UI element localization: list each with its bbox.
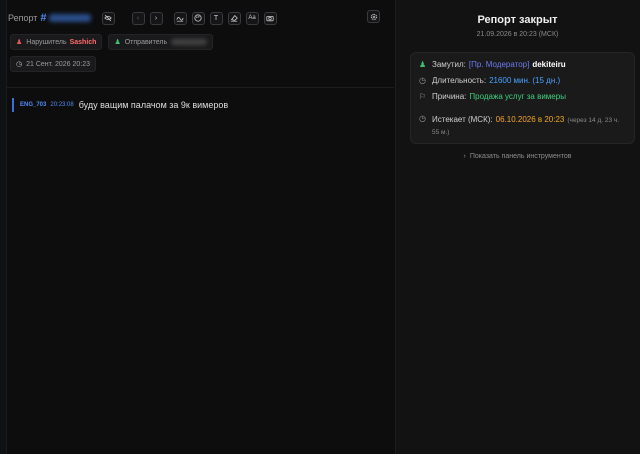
report-id-hidden — [48, 14, 91, 22]
message-author[interactable]: ENG_703 — [20, 102, 46, 108]
violator-chip[interactable]: ♟ Нарушитель Sashich — [10, 34, 103, 50]
message-time: 20:23:08 — [50, 102, 74, 108]
expires-row: ◷ Истекает (МСК): 06.10.2026 в 20:23 (чере… — [419, 114, 622, 138]
moderator-role: [Пр. Модератор] — [468, 60, 530, 69]
user-icon: ♟ — [114, 39, 121, 46]
user-icon: ♟ — [419, 60, 427, 69]
report-toolbar: Репорт # ‹ › T Aa — [8, 10, 277, 26]
muted-label: Замутил: — [432, 60, 466, 69]
camera-icon — [266, 16, 274, 22]
settings-button[interactable] — [367, 10, 380, 23]
eye-off-icon — [104, 14, 112, 22]
report-hash: # — [40, 12, 47, 24]
expires-value: 06.10.2026 в 20:23 — [495, 115, 565, 124]
show-tools-panel-button[interactable]: › Показать панель инструментов — [395, 153, 640, 160]
participants-row: ♟ Нарушитель Sashich ♟ Отправитель — [10, 34, 214, 50]
header-divider — [7, 87, 394, 88]
status-date: 21.09.2026 в 20:23 (МСК) — [476, 31, 559, 38]
chat-message[interactable]: ENG_703 20:23:08 буду ващим палачом за 9… — [12, 98, 228, 112]
text-button[interactable]: T — [209, 11, 223, 25]
clock-icon: ◷ — [16, 61, 23, 68]
show-tools-label: Показать панель инструментов — [469, 153, 572, 160]
palette-icon — [194, 14, 202, 22]
palette-button[interactable] — [191, 11, 205, 25]
message-text: буду ващим палачом за 9к вимеров — [78, 100, 229, 110]
violator-label: Нарушитель — [26, 38, 67, 46]
reason-value: Продажа услуг за вимеры — [469, 92, 566, 101]
duration-row: ◷ Длительность: 21600 мин. (15 дн.) — [419, 76, 560, 85]
duration-value: 21600 мин. (15 дн.) — [489, 76, 561, 85]
report-date-chip: ◷ 21 Сент. 2026 20:23 — [10, 56, 97, 72]
duration-label: Длительность: — [432, 76, 487, 85]
chevron-left-icon: ‹ — [136, 14, 140, 22]
sender-label: Отправитель — [124, 38, 168, 46]
hide-button[interactable] — [101, 11, 115, 25]
font-size-button[interactable]: Aa — [245, 11, 259, 25]
eraser-icon — [230, 15, 238, 22]
prev-button[interactable]: ‹ — [131, 11, 145, 25]
expires-label: Истекает (МСК): — [432, 115, 493, 124]
screenshot-button[interactable] — [263, 11, 277, 25]
sender-name-hidden — [171, 39, 208, 45]
next-button[interactable]: › — [149, 11, 163, 25]
sender-chip[interactable]: ♟ Отправитель — [108, 34, 214, 50]
eraser-button[interactable] — [227, 11, 241, 25]
font-size-icon: Aa — [248, 15, 256, 21]
left-sidebar-edge — [0, 0, 7, 454]
status-title: Репорт закрыт — [477, 14, 558, 26]
reason-row: ⚐ Причина: Продажа услуг за вимеры — [419, 92, 566, 101]
violator-name: Sashich — [69, 38, 97, 46]
flag-icon: ⚐ — [419, 92, 427, 101]
muted-row: ♟ Замутил: [Пр. Модератор] dekiteiru — [419, 60, 566, 69]
report-date: 21 Сент. 2026 20:23 — [26, 60, 91, 68]
gear-icon — [370, 13, 377, 20]
chevron-right-icon: › — [463, 153, 466, 160]
clock-icon: ◷ — [419, 76, 426, 85]
punishment-card: ♟ Замутил: [Пр. Модератор] dekiteiru ◷ Д… — [410, 52, 635, 144]
user-icon: ♟ — [16, 39, 23, 46]
chevron-right-icon: › — [154, 14, 158, 22]
reason-label: Причина: — [432, 92, 467, 101]
text-icon: T — [213, 14, 219, 22]
signature-icon — [176, 17, 184, 22]
clock-icon: ◷ — [419, 114, 426, 123]
report-label: Репорт — [8, 13, 38, 23]
signature-button[interactable] — [173, 11, 187, 25]
moderator-name[interactable]: dekiteiru — [532, 60, 565, 69]
